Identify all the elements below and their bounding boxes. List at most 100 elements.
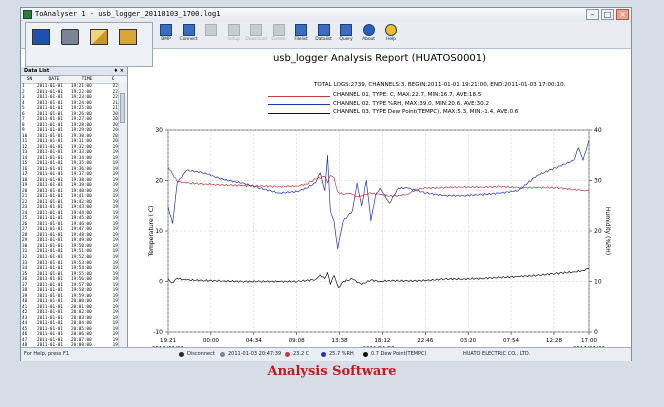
minimize-icon[interactable]: – — [586, 9, 599, 20]
export-icon[interactable] — [119, 29, 137, 45]
file-toolbar — [25, 22, 153, 67]
caption: Analysis Software — [267, 364, 397, 379]
connection-icon — [179, 352, 184, 357]
data-list-title: Data List — [24, 68, 50, 74]
toolbar-label: Filelist — [294, 37, 308, 42]
x-tick-label: 03:20 — [460, 338, 477, 344]
toolbar-label: Connect — [179, 37, 198, 42]
toolbar-button-disconnect[interactable] — [200, 24, 222, 37]
report-info: TOTAL LOGS:2739, CHANNELS:3, BEGIN:2011-… — [314, 82, 566, 88]
legend-text-ch1: CHANNEL 01, TYPE: C, MAX:22.7, MIN:16.7,… — [333, 92, 482, 98]
window-controls: – □ × — [586, 9, 629, 20]
x-tick-label: 09:08 — [289, 338, 306, 344]
save-icon[interactable] — [32, 29, 50, 45]
legend-line-ch3 — [268, 112, 330, 114]
disconnect-icon — [205, 24, 217, 36]
column-header-sn[interactable]: SN — [21, 76, 37, 83]
toolbar-label: Datalist — [315, 37, 332, 42]
column-header-c[interactable]: C — [103, 76, 123, 83]
email-icon[interactable] — [90, 29, 108, 45]
column-header-date[interactable]: DATE — [37, 76, 71, 83]
x-tick-label: 07:54 — [503, 338, 520, 344]
setup-icon — [227, 24, 240, 36]
toolbar-label: About — [362, 37, 375, 42]
window-title: ToAnalyser 1 - usb_logger_20110103_1700.… — [35, 10, 221, 18]
maximize-icon[interactable]: □ — [601, 9, 614, 20]
panel-pin-close-icon[interactable]: ♦ × — [114, 67, 124, 75]
status-company: HUATO ELECTRIC CO., LTD. — [463, 351, 531, 357]
y-tick-label-left: 0 — [159, 279, 163, 286]
x-tick-label: 12:28 — [546, 338, 563, 344]
about-icon — [362, 24, 375, 36]
toolbar-label: BMP — [161, 37, 171, 42]
toolbar-label: Download — [245, 37, 267, 42]
x-tick-label: 13:38 — [331, 338, 348, 344]
toolbar-button-download[interactable]: Download — [245, 24, 267, 42]
title-bar: ToAnalyser 1 - usb_logger_20110103_1700.… — [21, 8, 631, 23]
y-tick-label-right: 30 — [594, 178, 602, 185]
toolbar-button-filelist[interactable]: Filelist — [290, 24, 312, 42]
print-icon[interactable] — [61, 29, 79, 45]
data-list-columns: SN DATE TIME C — [21, 76, 127, 84]
status-ch2: 25.7 %RH — [329, 351, 354, 357]
legend-text-ch2: CHANNEL 02, TYPE %RH, MAX:39.0, MIN:20.6… — [333, 100, 489, 107]
toolbar-label: Help — [386, 37, 396, 42]
toolbar-label: Setup — [227, 37, 240, 42]
data-list-panel: Data List ♦ × SN DATE TIME C 1 2011-01-01 19:… — [21, 67, 128, 349]
scrollbar-thumb[interactable] — [120, 93, 125, 123]
y-axis-label-right: Humidity (%RH) — [604, 207, 611, 255]
y-tick-label-left: -10 — [153, 329, 163, 336]
status-time: 2011-01-03 20:47:39 — [228, 351, 282, 357]
data-list-header: Data List ♦ × — [21, 67, 127, 76]
filelist-icon — [295, 24, 307, 36]
y-axis-label-left: Temperature ( C) — [148, 206, 155, 258]
application-window: ToAnalyser 1 - usb_logger_20110103_1700.… — [20, 7, 632, 361]
y-tick-label-right: 40 — [594, 127, 602, 134]
column-header-time[interactable]: TIME — [71, 76, 103, 83]
humidity-icon — [321, 352, 326, 357]
x-tick-label: 00:00 — [203, 338, 220, 344]
x-tick-label: 04:34 — [246, 338, 263, 344]
app-icon — [23, 10, 32, 19]
y-tick-label-left: 20 — [155, 178, 163, 185]
toolbar-button-delete[interactable]: Delete — [268, 24, 290, 42]
toolbar-button-bmp[interactable]: BMP — [155, 24, 177, 42]
status-ch3: 0.7 Dew Point(TEMPC) — [371, 351, 427, 357]
bmp-icon — [160, 24, 172, 36]
status-bar: For Help, press F1 Disconnect 2011-01-03… — [21, 347, 631, 361]
legend-line-ch2 — [268, 104, 330, 105]
y-tick-label-left: 30 — [155, 127, 163, 134]
x-tick-label: 22:46 — [417, 338, 434, 344]
toolbar-label: Query — [339, 37, 353, 42]
toolbar-label: Delete — [271, 37, 286, 42]
data-list-scrollbar[interactable] — [118, 83, 127, 347]
close-icon[interactable]: × — [616, 9, 629, 20]
query-icon — [340, 24, 352, 36]
delete-icon — [272, 24, 285, 36]
legend-text-ch3: CHANNEL 03, TYPE Dew Point(TEMPC), MAX:5… — [333, 109, 519, 115]
report-area: -10 0 10 20 30 0 10 20 30 40 19:21 00:00 04:34 09:08 1… — [128, 49, 631, 347]
toolbar-button-about[interactable]: About — [358, 24, 380, 42]
clock-icon — [220, 352, 225, 357]
legend-line-ch1 — [268, 95, 330, 97]
x-tick-label: 17:00 — [581, 338, 598, 344]
data-list-rows: 12011-01-0119:21:0022.722011-01-0119:22:… — [21, 84, 127, 349]
help-icon — [385, 24, 397, 36]
toolbar-button-setup[interactable]: Setup — [223, 24, 245, 42]
report-title: usb_logger Analysis Report (HUATOS0001) — [272, 53, 487, 64]
toolbar-button-datalist[interactable]: Datalist — [313, 24, 335, 42]
toolbar-button-help[interactable]: Help — [380, 24, 402, 42]
temperature-icon — [285, 352, 290, 357]
datalist-icon — [317, 24, 330, 36]
status-help: For Help, press F1 — [24, 351, 70, 357]
toolbar-button-connect[interactable]: Connect — [178, 24, 200, 42]
dewpoint-icon — [363, 352, 368, 357]
y-tick-label-right: 10 — [594, 279, 602, 286]
y-tick-label-right: 20 — [594, 228, 602, 235]
x-tick-label: 18:12 — [374, 338, 390, 344]
toolbar-button-query[interactable]: Query — [335, 24, 357, 42]
status-ch1: 23.2 C — [293, 351, 310, 357]
y-tick-label-right: 0 — [594, 329, 598, 336]
connect-icon — [182, 24, 195, 36]
y-tick-label-left: 10 — [155, 228, 163, 235]
